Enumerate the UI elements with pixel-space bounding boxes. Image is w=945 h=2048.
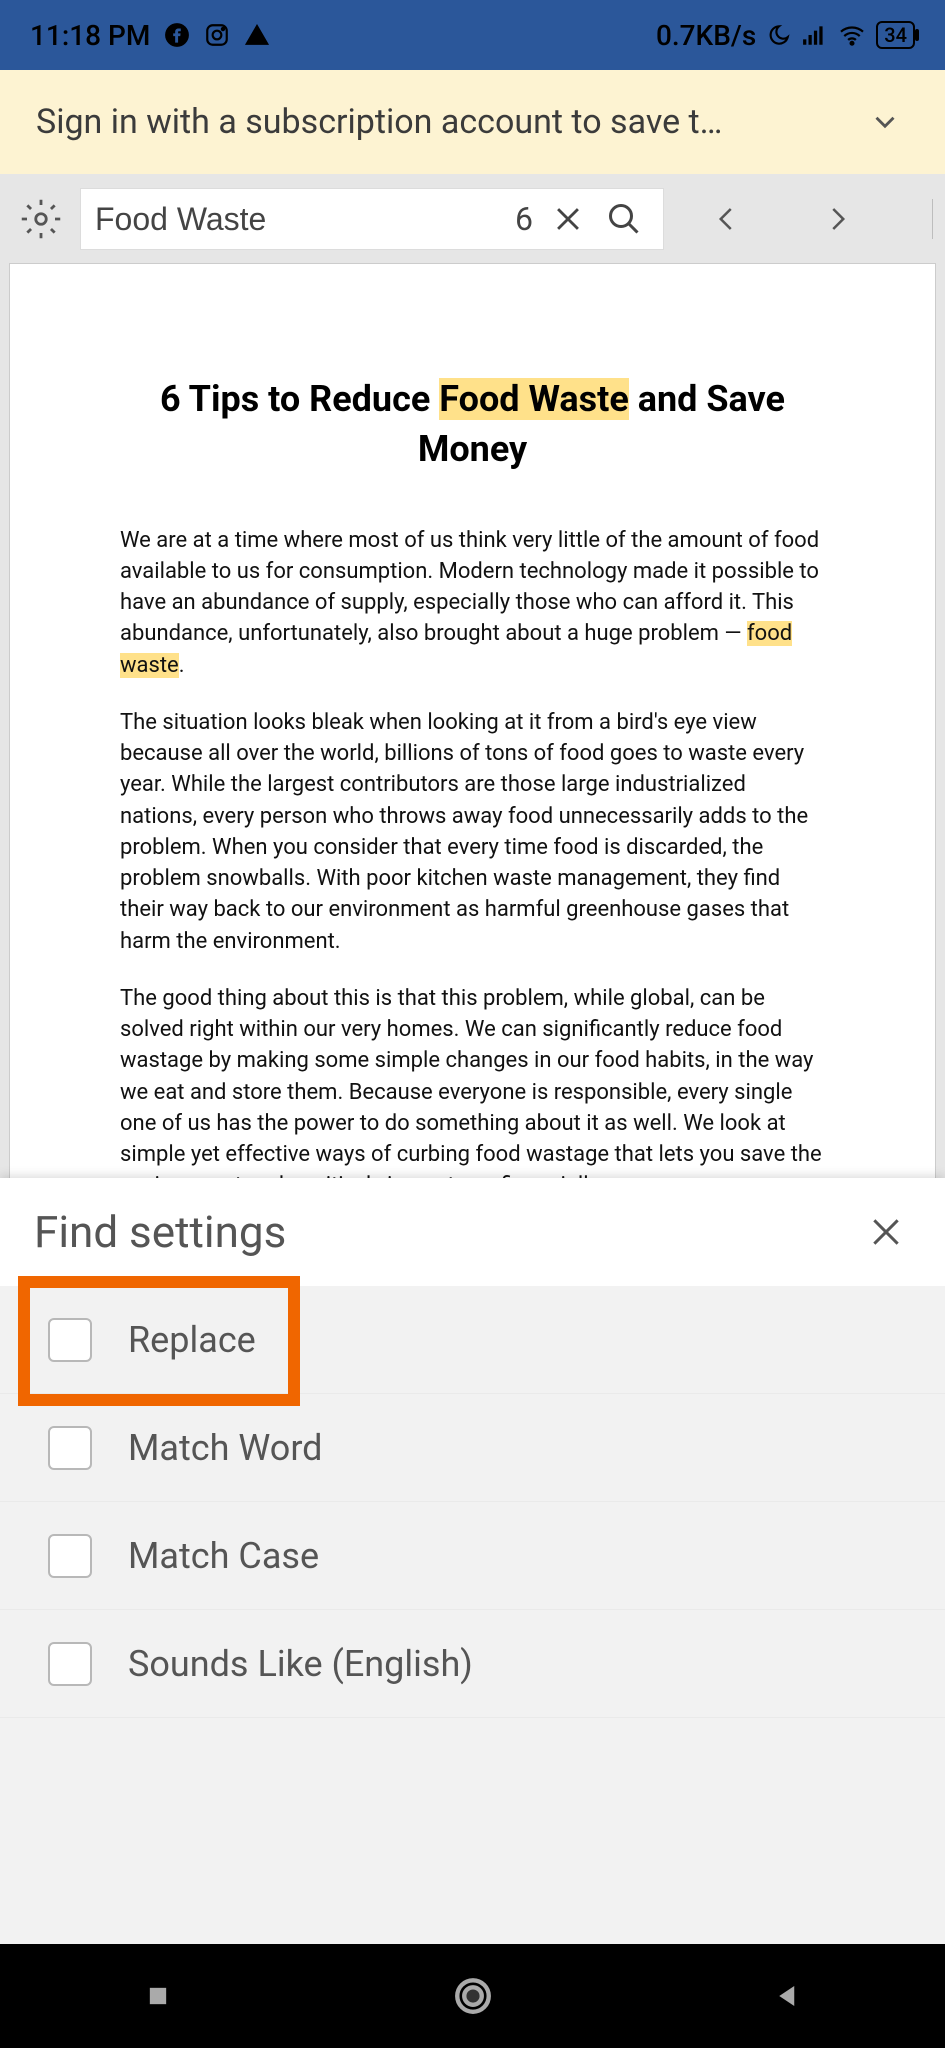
option-replace[interactable]: Replace xyxy=(0,1286,945,1394)
status-right-group: 0.7KB/s 34 xyxy=(656,19,915,52)
sheet-title: Find settings xyxy=(34,1206,286,1258)
android-nav-bar xyxy=(0,1944,945,2048)
wifi-icon xyxy=(838,24,866,46)
checkbox[interactable] xyxy=(48,1318,92,1362)
result-count: 6 xyxy=(515,200,543,238)
option-sounds-like[interactable]: Sounds Like (English) xyxy=(0,1610,945,1718)
home-button[interactable] xyxy=(448,1971,498,2021)
prev-result-button[interactable] xyxy=(702,194,752,244)
close-icon[interactable] xyxy=(861,1207,911,1257)
chevron-down-icon[interactable] xyxy=(855,92,915,152)
document-viewport: 6 Tips to Reduce Food Waste and Save Mon… xyxy=(0,264,945,2048)
battery-indicator: 34 xyxy=(876,21,915,49)
facebook-icon xyxy=(164,22,190,48)
find-search-box[interactable]: 6 xyxy=(80,188,664,250)
find-nav-group xyxy=(702,194,945,244)
search-icon[interactable] xyxy=(599,194,649,244)
next-result-button[interactable] xyxy=(812,194,862,244)
find-toolbar: 6 xyxy=(0,174,945,264)
find-settings-sheet: Find settings Replace Match Word Match C… xyxy=(0,1178,945,1944)
moon-icon xyxy=(766,22,792,48)
find-input[interactable] xyxy=(95,201,515,238)
network-speed: 0.7KB/s xyxy=(656,19,756,52)
warning-icon xyxy=(244,22,270,48)
title-highlight: Food Waste xyxy=(439,378,629,420)
back-button[interactable] xyxy=(763,1971,813,2021)
recent-apps-button[interactable] xyxy=(133,1971,183,2021)
checkbox[interactable] xyxy=(48,1426,92,1470)
option-label: Replace xyxy=(128,1319,256,1361)
banner-message: Sign in with a subscription account to s… xyxy=(36,102,722,142)
option-match-case[interactable]: Match Case xyxy=(0,1502,945,1610)
option-label: Match Word xyxy=(128,1427,322,1469)
gear-icon[interactable] xyxy=(20,194,62,244)
document-paragraph: The good thing about this is that this p… xyxy=(120,983,825,1202)
option-label: Sounds Like (English) xyxy=(128,1643,473,1685)
title-pre: 6 Tips to Reduce xyxy=(160,378,439,420)
option-match-word[interactable]: Match Word xyxy=(0,1394,945,1502)
clear-icon[interactable] xyxy=(543,194,593,244)
sheet-header: Find settings xyxy=(0,1178,945,1286)
android-status-bar: 11:18 PM 0.7KB/s 34 xyxy=(0,0,945,70)
status-left-group: 11:18 PM xyxy=(30,19,270,52)
toolbar-separator xyxy=(932,199,933,239)
sheet-body: Replace Match Word Match Case Sounds Lik… xyxy=(0,1286,945,1944)
signal-icon xyxy=(802,24,828,46)
option-label: Match Case xyxy=(128,1535,319,1577)
checkbox[interactable] xyxy=(48,1534,92,1578)
p1-pre: We are at a time where most of us think … xyxy=(120,528,819,647)
document-title: 6 Tips to Reduce Food Waste and Save Mon… xyxy=(120,374,825,475)
instagram-icon xyxy=(204,22,230,48)
battery-level-text: 34 xyxy=(884,23,907,47)
document-paragraph: We are at a time where most of us think … xyxy=(120,525,825,681)
checkbox[interactable] xyxy=(48,1642,92,1686)
p1-post: . xyxy=(179,653,185,678)
document-paragraph: The situation looks bleak when looking a… xyxy=(120,707,825,957)
signin-banner[interactable]: Sign in with a subscription account to s… xyxy=(0,70,945,174)
status-time: 11:18 PM xyxy=(30,19,150,52)
